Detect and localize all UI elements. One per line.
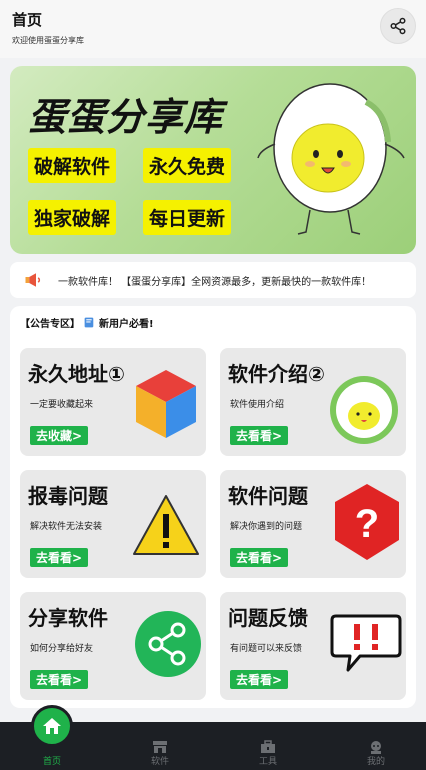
banner-title: 蛋蛋分享库 [28, 95, 224, 139]
card-title: 分享软件 [28, 606, 108, 630]
app-header: 首页 欢迎使用蛋蛋分享库 [0, 0, 426, 58]
banner-tag: 每日更新 [143, 200, 232, 235]
home-tab-button[interactable] [31, 705, 73, 747]
megaphone-icon [25, 273, 41, 287]
tab-label: 首页 [42, 757, 61, 767]
banner-tag: 独家破解 [28, 200, 117, 235]
toolbox-icon [261, 740, 275, 753]
card-desc: 一定要收藏起来 [30, 400, 94, 410]
tab-label: 我的 [366, 757, 385, 767]
card-action-button[interactable]: 去看看> [30, 548, 89, 567]
share-circle-icon [135, 611, 201, 677]
home-icon [43, 718, 61, 734]
promo-banner[interactable]: 蛋蛋分享库 破解软件 永久免费 独家破解 每日更新 [10, 66, 416, 254]
announcement-prefix: 【公告专区】 [20, 319, 80, 330]
card-title: 永久地址① [28, 362, 125, 386]
card-action-button[interactable]: 去看看> [230, 670, 289, 689]
announcement-highlight: 新用户必看! [99, 319, 154, 330]
card-desc: 有问题可以来反馈 [230, 644, 303, 654]
card-action-button[interactable]: 去看看> [230, 426, 289, 445]
egg-avatar-icon [330, 376, 398, 444]
share-button[interactable] [380, 8, 416, 44]
store-icon [153, 741, 167, 753]
announcement-panel: 【公告专区】 新用户必看! 永久地址① 一定要收藏起来 去收藏> 软件介绍② 软… [10, 306, 416, 708]
cube-icon [136, 370, 196, 438]
card-desc: 解决你遇到的问题 [230, 522, 303, 532]
card-title: 软件问题 [228, 484, 308, 508]
card-action-button[interactable]: 去看看> [30, 670, 89, 689]
card-virus-warning[interactable]: 报毒问题 解决软件无法安装 去看看> [20, 470, 206, 578]
card-desc: 解决软件无法安装 [30, 522, 103, 532]
card-action-button[interactable]: 去收藏> [30, 426, 89, 445]
card-share-software[interactable]: 分享软件 如何分享给好友 去看看> [20, 592, 206, 700]
card-software-intro[interactable]: 软件介绍② 软件使用介绍 去看看> [220, 348, 406, 456]
card-desc: 如何分享给好友 [30, 644, 94, 654]
card-feedback[interactable]: 问题反馈 有问题可以来反馈 去看看> [220, 592, 406, 700]
notice-text: 一款软件库！ 【蛋蛋分享库】全网资源最多，更新最快的一款软件库！ [58, 276, 372, 288]
svg-text:?: ? [355, 502, 379, 546]
card-title: 问题反馈 [228, 606, 308, 630]
page-subtitle: 欢迎使用蛋蛋分享库 [12, 36, 84, 45]
tab-profile[interactable]: 我的 [346, 722, 406, 770]
card-desc: 软件使用介绍 [230, 400, 285, 410]
tab-label: 工具 [258, 757, 277, 767]
card-software-issues[interactable]: 软件问题 解决你遇到的问题 去看看> ? [220, 470, 406, 578]
egg-mascot-icon [257, 83, 405, 235]
tab-label: 软件 [150, 757, 169, 767]
question-hexagon-icon: ? [335, 484, 399, 560]
tab-software[interactable]: 软件 [130, 722, 190, 770]
speech-bubble-alert-icon [330, 614, 402, 672]
notice-bar[interactable]: 一款软件库！ 【蛋蛋分享库】全网资源最多，更新最快的一款软件库！ [10, 262, 416, 298]
card-title: 软件介绍② [228, 362, 325, 386]
announcement-header: 【公告专区】 新用户必看! [20, 315, 154, 330]
banner-tag: 永久免费 [143, 148, 232, 183]
card-permanent-address[interactable]: 永久地址① 一定要收藏起来 去收藏> [20, 348, 206, 456]
book-icon [84, 317, 94, 328]
warning-icon [133, 495, 199, 555]
user-icon [371, 741, 381, 754]
card-title: 报毒问题 [28, 484, 108, 508]
share-icon [390, 17, 406, 35]
tab-tools[interactable]: 工具 [238, 722, 298, 770]
banner-tag: 破解软件 [28, 148, 117, 183]
page-title: 首页 [12, 11, 43, 29]
card-action-button[interactable]: 去看看> [230, 548, 289, 567]
